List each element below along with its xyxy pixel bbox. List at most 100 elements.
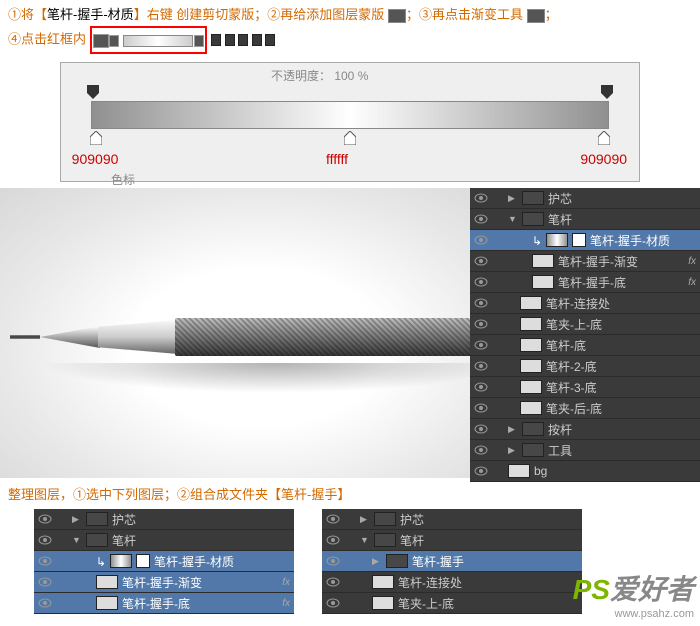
visibility-toggle[interactable] — [38, 555, 52, 567]
instr-text: 】右键 创建剪切蒙版；②再给添加图层蒙版 — [134, 7, 385, 22]
fx-badge[interactable]: fx — [282, 577, 290, 588]
fx-badge[interactable]: fx — [688, 256, 696, 267]
layer-folder[interactable]: ▼笔杆 — [322, 530, 582, 551]
gradient-editor-panel: 不透明度： 100 % 色标 909090ffffff909090 — [60, 62, 640, 182]
layers-panel[interactable]: ▶护芯▼笔杆↳笔杆-握手-材质笔杆-握手-渐变fx笔杆-握手-底fx笔杆-连接处… — [470, 188, 700, 482]
layer-folder[interactable]: ▶护芯 — [470, 188, 700, 209]
visibility-toggle[interactable] — [38, 576, 52, 588]
visibility-toggle[interactable] — [474, 402, 488, 414]
folder-icon — [374, 533, 396, 547]
watermark: PS爱好者 www.psahz.com — [573, 568, 694, 620]
reflected-gradient-icon[interactable] — [252, 34, 262, 46]
visibility-toggle[interactable] — [38, 513, 52, 525]
visibility-toggle[interactable] — [326, 555, 340, 567]
visibility-toggle[interactable] — [474, 255, 488, 267]
layer-row[interactable]: 笔杆-底 — [470, 335, 700, 356]
layer-row[interactable]: 笔杆-握手-渐变 fx — [470, 251, 700, 272]
layer-folder[interactable]: ▶护芯 — [34, 509, 294, 530]
opacity-stop[interactable] — [601, 85, 613, 99]
layer-folder[interactable]: ▶按杆 — [470, 419, 700, 440]
layer-name: 笔杆-握手-渐变 — [558, 253, 684, 270]
visibility-toggle[interactable] — [474, 192, 488, 204]
visibility-toggle[interactable] — [326, 513, 340, 525]
canvas-preview — [0, 188, 470, 478]
fx-badge[interactable]: fx — [282, 598, 290, 609]
layer-thumbnail — [520, 317, 542, 331]
visibility-toggle[interactable] — [474, 339, 488, 351]
folder-arrow-icon[interactable]: ▶ — [72, 514, 82, 525]
angle-gradient-icon[interactable] — [238, 34, 248, 46]
layer-folder[interactable]: ▶笔杆-握手 — [322, 551, 582, 572]
opacity-stop[interactable] — [87, 85, 99, 99]
folder-arrow-icon[interactable]: ▼ — [508, 214, 518, 224]
layer-row[interactable]: 笔杆-握手-底fx — [470, 272, 700, 293]
visibility-toggle[interactable] — [38, 597, 52, 609]
color-stop[interactable] — [344, 131, 356, 145]
layer-row[interactable]: 笔杆-3-底 — [470, 377, 700, 398]
visibility-toggle[interactable] — [38, 534, 52, 546]
layer-folder[interactable]: ▼笔杆 — [34, 530, 294, 551]
layer-row[interactable]: 笔杆-连接处 — [322, 572, 582, 593]
pencil-tip — [40, 326, 100, 348]
gradient-preset-highlight — [90, 26, 208, 54]
diamond-gradient-icon[interactable] — [265, 34, 275, 46]
visibility-toggle[interactable] — [474, 381, 488, 393]
fx-badge[interactable]: fx — [688, 277, 696, 288]
layer-row[interactable]: 笔杆-握手-底 fx — [34, 593, 294, 614]
layer-thumbnail — [372, 575, 394, 589]
layers-panel-after[interactable]: ▶护芯▼笔杆▶笔杆-握手笔杆-连接处笔夹-上-底 — [322, 509, 582, 614]
layer-name: 笔杆-握手-底 — [122, 595, 278, 612]
layer-thumbnail — [520, 380, 542, 394]
visibility-toggle[interactable] — [326, 597, 340, 609]
layer-row[interactable]: bg — [470, 461, 700, 482]
visibility-toggle[interactable] — [474, 465, 488, 477]
layer-folder[interactable]: ▼ 笔杆 — [470, 209, 700, 230]
folder-arrow-icon[interactable]: ▶ — [508, 193, 518, 204]
folder-arrow-icon[interactable]: ▼ — [72, 535, 82, 545]
folder-arrow-icon[interactable]: ▶ — [508, 424, 518, 435]
layer-folder[interactable]: ▶护芯 — [322, 509, 582, 530]
layers-panel-before[interactable]: ▶护芯▼笔杆↳笔杆-握手-材质笔杆-握手-渐变fx 笔杆-握手-底 fx — [34, 509, 294, 614]
swatch-icon[interactable] — [93, 34, 109, 48]
dropdown-icon[interactable] — [109, 35, 119, 47]
visibility-toggle[interactable] — [474, 318, 488, 330]
color-stop[interactable] — [598, 131, 610, 145]
layer-mask-thumbnail — [136, 554, 150, 568]
layer-row[interactable]: 笔夹-上-底 — [322, 593, 582, 614]
instr-text: ； — [545, 7, 558, 22]
layer-row[interactable]: 笔杆-握手-渐变fx — [34, 572, 294, 593]
layer-row[interactable]: 笔夹-上-底 — [470, 314, 700, 335]
gradient-preview[interactable] — [123, 35, 193, 47]
layer-thumbnail — [96, 596, 118, 610]
folder-arrow-icon[interactable]: ▶ — [360, 514, 370, 525]
layer-row[interactable]: ↳笔杆-握手-材质 — [470, 230, 700, 251]
layer-row[interactable]: 笔杆-2-底 — [470, 356, 700, 377]
clip-indicator-icon: ↳ — [96, 555, 106, 567]
radial-gradient-icon[interactable] — [225, 34, 235, 46]
color-stop[interactable] — [90, 131, 102, 145]
layer-row[interactable]: 笔夹-后-底 — [470, 398, 700, 419]
visibility-toggle[interactable] — [474, 444, 488, 456]
layer-name: 笔杆 — [548, 211, 700, 228]
visibility-toggle[interactable] — [474, 276, 488, 288]
folder-arrow-icon[interactable]: ▶ — [372, 556, 382, 567]
layer-name: bg — [534, 464, 700, 478]
layer-folder[interactable]: ▶工具 — [470, 440, 700, 461]
instr-text: ①将【 — [8, 7, 47, 22]
visibility-toggle[interactable] — [326, 534, 340, 546]
visibility-toggle[interactable] — [474, 297, 488, 309]
layer-thumbnail — [520, 296, 542, 310]
visibility-toggle[interactable] — [474, 213, 488, 225]
visibility-toggle[interactable] — [474, 360, 488, 372]
dropdown-icon[interactable] — [194, 35, 204, 47]
visibility-toggle[interactable] — [326, 576, 340, 588]
layer-row[interactable]: 笔杆-连接处 — [470, 293, 700, 314]
gradient-bar[interactable] — [91, 101, 609, 129]
visibility-toggle[interactable] — [474, 423, 488, 435]
visibility-toggle[interactable] — [474, 234, 488, 246]
folder-arrow-icon[interactable]: ▶ — [508, 445, 518, 456]
folder-arrow-icon[interactable]: ▼ — [360, 535, 370, 545]
layer-row[interactable]: ↳笔杆-握手-材质 — [34, 551, 294, 572]
linear-gradient-icon[interactable] — [211, 34, 221, 46]
folder-icon — [522, 422, 544, 436]
